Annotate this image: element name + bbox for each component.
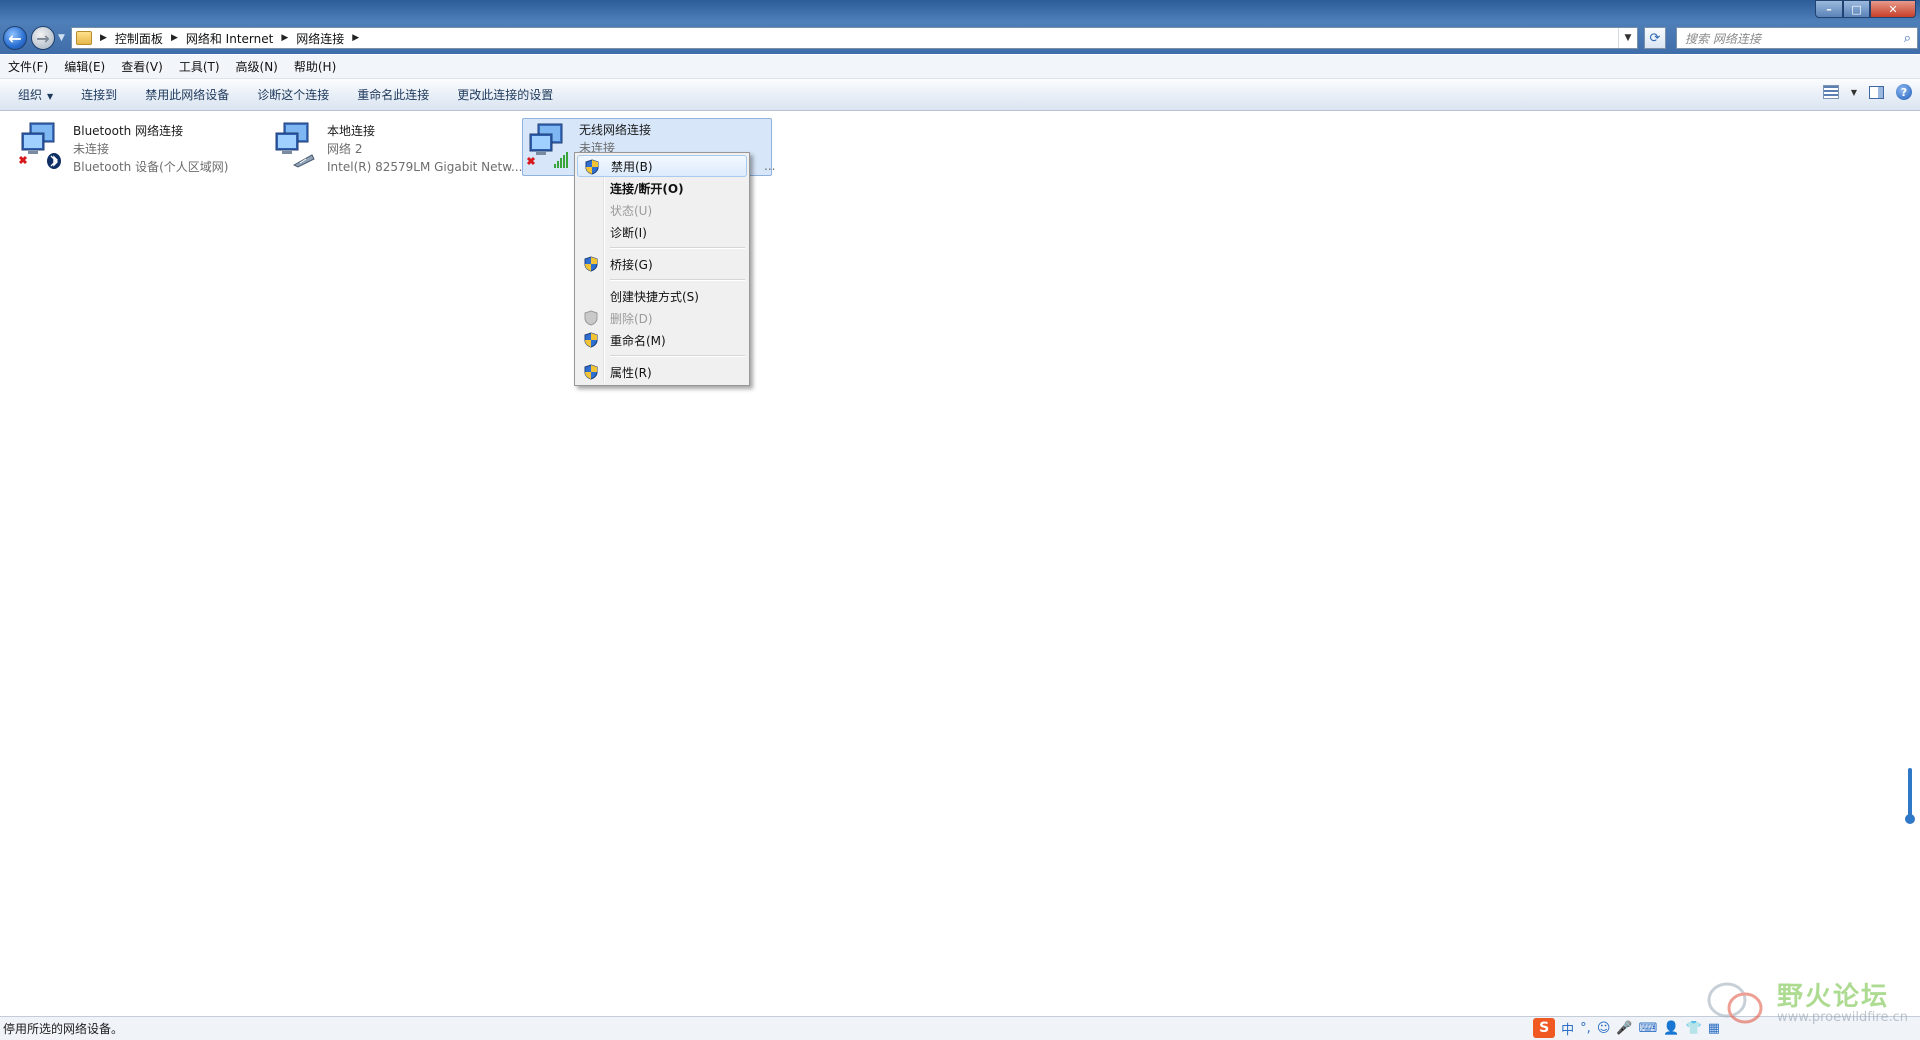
watermark-brand: 野火论坛 <box>1777 982 1890 1012</box>
connection-device: Intel(R) 82579LM Gigabit Netw... <box>327 160 523 174</box>
connection-device: Bluetooth 设备(个人区域网) <box>73 160 229 174</box>
rename-button[interactable]: 重命名此连接 <box>343 86 443 103</box>
organize-button[interactable]: 组织 ▼ <box>0 86 67 103</box>
menu-help[interactable]: 帮助(H) <box>286 58 344 75</box>
uac-shield-icon <box>584 256 598 272</box>
uac-shield-icon <box>584 332 598 348</box>
connection-name: 无线网络连接 <box>579 123 652 137</box>
watermark-logo-icon <box>1707 982 1763 1024</box>
watermark-url: www.proewildfire.cn <box>1777 1010 1908 1025</box>
connection-name: Bluetooth 网络连接 <box>73 124 184 138</box>
breadcrumb: ▶ 控制面板 ▶ 网络和 Internet ▶ 网络连接 ▶ <box>100 30 360 47</box>
user-icon[interactable]: 👤 <box>1663 1021 1679 1036</box>
menu-tools[interactable]: 工具(T) <box>171 58 228 75</box>
breadcrumb-item[interactable]: 网络连接 <box>296 30 344 47</box>
volume-slider[interactable] <box>1905 768 1915 824</box>
skin-icon[interactable]: 👕 <box>1686 1021 1702 1036</box>
chevron-down-icon: ▼ <box>47 92 54 101</box>
emoji-icon[interactable]: ☺ <box>1597 1021 1611 1036</box>
menu-bar: 文件(F) 编辑(E) 查看(V) 工具(T) 高级(N) 帮助(H) <box>0 55 1920 79</box>
menu-item-diagnose[interactable]: 诊断(I) <box>577 221 747 243</box>
recent-pages-dropdown[interactable]: ▼ <box>58 33 65 43</box>
punctuation-icon[interactable]: °, <box>1580 1021 1591 1036</box>
menu-item-properties[interactable]: 属性(R) <box>577 361 747 383</box>
uac-shield-icon <box>584 364 598 380</box>
title-bar: – □ ✕ ← → ▼ ▶ 控制面板 ▶ 网络和 Internet ▶ 网络连接… <box>0 0 1920 54</box>
refresh-button[interactable]: ⟳ <box>1644 27 1666 49</box>
context-menu: 禁用(B) 连接/断开(O) 状态(U) 诊断(I) 桥接(G) 创建快捷方式(… <box>574 152 750 386</box>
network-computer-icon <box>275 122 315 168</box>
connection-bluetooth[interactable]: Bluetooth 网络连接 未连接 Bluetooth 设备(个人区域网) <box>18 119 268 174</box>
connection-status: 未连接 <box>73 142 110 156</box>
menu-edit[interactable]: 编辑(E) <box>56 58 113 75</box>
breadcrumb-item[interactable]: 控制面板 <box>115 30 163 47</box>
menu-item-delete: 删除(D) <box>577 307 747 329</box>
menu-file[interactable]: 文件(F) <box>0 58 56 75</box>
sogou-ime-logo-icon[interactable]: S <box>1533 1018 1556 1038</box>
connection-local[interactable]: 本地连接 网络 2 Intel(R) 82579LM Gigabit Netw.… <box>272 119 522 174</box>
connect-to-button[interactable]: 连接到 <box>67 86 131 103</box>
menu-item-status: 状态(U) <box>610 203 653 218</box>
menu-separator <box>610 279 745 281</box>
window-controls: – □ ✕ <box>1815 0 1916 18</box>
search-icon[interactable]: ⌕ <box>1904 31 1911 46</box>
menu-item-disable[interactable]: 禁用(B) <box>577 155 747 177</box>
status-text: 停用所选的网络设备。 <box>3 1022 124 1036</box>
menu-item-create-shortcut[interactable]: 创建快捷方式(S) <box>577 285 747 307</box>
menu-advanced[interactable]: 高级(N) <box>228 58 286 75</box>
disable-device-button[interactable]: 禁用此网络设备 <box>131 86 243 103</box>
breadcrumb-item[interactable]: 网络和 Internet <box>186 30 273 47</box>
forward-button[interactable]: → <box>31 26 55 50</box>
view-options-icon[interactable] <box>1822 85 1839 99</box>
connection-name: 本地连接 <box>327 124 376 138</box>
close-button[interactable]: ✕ <box>1870 0 1916 18</box>
menu-separator <box>610 247 745 249</box>
change-settings-button[interactable]: 更改此连接的设置 <box>443 86 567 103</box>
diagnose-button[interactable]: 诊断这个连接 <box>243 86 343 103</box>
address-dropdown[interactable]: ▼ <box>1618 28 1637 48</box>
connection-status: 网络 2 <box>327 142 363 156</box>
address-bar[interactable]: ▶ 控制面板 ▶ 网络和 Internet ▶ 网络连接 ▶ ▼ <box>71 27 1638 49</box>
command-bar: 组织 ▼ 连接到 禁用此网络设备 诊断这个连接 重命名此连接 更改此连接的设置 ▼… <box>0 79 1920 111</box>
network-computer-icon <box>18 122 61 169</box>
control-panel-icon <box>76 31 92 45</box>
uac-shield-icon <box>585 159 599 175</box>
connections-list: Bluetooth 网络连接 未连接 Bluetooth 设备(个人区域网) 本… <box>0 111 1920 1016</box>
menu-view[interactable]: 查看(V) <box>113 58 171 75</box>
menu-separator <box>610 355 745 357</box>
ime-mode-chinese[interactable]: 中 <box>1561 1019 1574 1038</box>
microphone-icon[interactable]: 🎤 <box>1616 1021 1632 1036</box>
search-box[interactable]: 搜索 网络连接 ⌕ <box>1676 27 1918 49</box>
help-icon[interactable]: ? <box>1896 84 1912 100</box>
preview-pane-icon[interactable] <box>1869 85 1884 99</box>
menu-item-bridge[interactable]: 桥接(G) <box>577 253 747 275</box>
menu-item-rename[interactable]: 重命名(M) <box>577 329 747 351</box>
watermark: 野火论坛 www.proewildfire.cn <box>1705 972 1915 1032</box>
back-button[interactable]: ← <box>3 26 27 50</box>
ime-toolbar: S 中 °, ☺ 🎤 ⌨ 👤 👕 ▦ <box>1533 1016 1720 1040</box>
uac-shield-icon <box>584 310 598 326</box>
menu-item-connect-disconnect[interactable]: 连接/断开(O) <box>577 177 747 199</box>
chevron-down-icon[interactable]: ▼ <box>1851 88 1857 97</box>
network-computer-icon <box>526 123 568 168</box>
keyboard-icon[interactable]: ⌨ <box>1639 1021 1658 1036</box>
search-input[interactable]: 搜索 网络连接 <box>1685 30 1761 47</box>
minimize-button[interactable]: – <box>1815 0 1843 18</box>
maximize-button[interactable]: □ <box>1843 0 1870 18</box>
